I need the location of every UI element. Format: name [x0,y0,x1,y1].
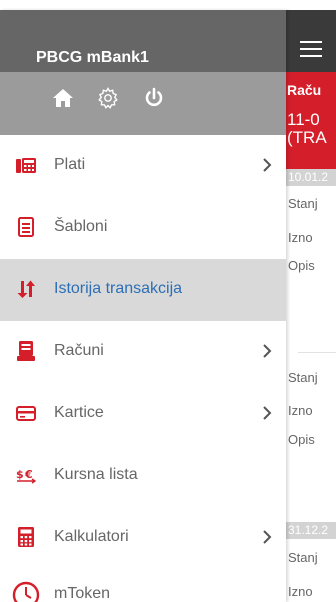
payment-terminal-icon [16,155,36,175]
calculator-icon [16,527,36,547]
date-header: 10.01.2 [286,169,336,186]
nav-item-sabloni[interactable]: Šabloni [0,197,286,259]
nav-label: Računi [54,342,104,359]
description-label: Opis [288,258,315,273]
account-type: (TRA [287,128,327,147]
document-icon [16,217,36,237]
account-title: Raču [287,82,322,98]
nav-item-kalkulatori[interactable]: Kalkulatori [0,507,286,569]
nav-menu: Plati Šabloni Istorija transakcija Račun… [0,135,286,602]
balance-label: Stanj [288,370,318,385]
balance-label: Stanj [288,196,318,211]
account-number: 11-0 [287,110,320,129]
nav-item-plati[interactable]: Plati [0,135,286,197]
nav-label: mToken [54,585,111,602]
nav-label: Šabloni [54,218,108,235]
clock-icon [12,581,40,602]
nav-label: Kursna lista [54,466,138,483]
chevron-right-icon [262,406,272,420]
navigation-drawer: PBCG mBank1 Plati Šabloni Istorija trans… [0,10,286,602]
transfer-arrows-icon [16,279,36,299]
nav-label: Kalkulatori [54,528,129,545]
divider [298,352,336,353]
nav-label: Kartice [54,404,104,421]
drawer-header: PBCG mBank1 [0,10,286,72]
svg-text:€: € [24,468,33,481]
app-title: PBCG mBank1 [36,49,149,66]
gear-icon[interactable] [96,86,120,110]
date-header: 31.12.2 [286,522,336,539]
amount-label: Izno [288,584,313,599]
nav-label: Istorija transakcija [54,280,183,297]
hamburger-menu-icon[interactable] [300,41,322,57]
amount-label: Izno [288,230,313,245]
card-icon [16,403,36,423]
chevron-right-icon [262,158,272,172]
status-bar [0,0,336,10]
svg-text:$: $ [16,468,24,481]
exchange-rate-icon: $ € [16,465,37,485]
transaction-history-screen: Raču 11-0 (TRA 10.01.2 Stanj Izno Opis S… [286,10,336,602]
nav-item-istorija-transakcija[interactable]: Istorija transakcija [0,259,286,321]
account-header[interactable]: Raču 11-0 (TRA [286,72,336,169]
accounts-icon [16,341,36,361]
chevron-right-icon [262,344,272,358]
quick-actions-bar [0,72,286,135]
nav-item-kartice[interactable]: Kartice [0,383,286,445]
nav-item-racuni[interactable]: Računi [0,321,286,383]
nav-item-kursna-lista[interactable]: $ € Kursna lista [0,445,286,507]
nav-item-mtoken[interactable]: mToken [0,569,286,602]
nav-label: Plati [54,156,86,173]
description-label: Opis [288,432,315,447]
balance-label: Stanj [288,550,318,565]
amount-label: Izno [288,403,313,418]
home-icon[interactable] [51,86,75,110]
chevron-right-icon [262,530,272,544]
app-toolbar [286,10,336,72]
power-icon[interactable] [142,86,166,110]
